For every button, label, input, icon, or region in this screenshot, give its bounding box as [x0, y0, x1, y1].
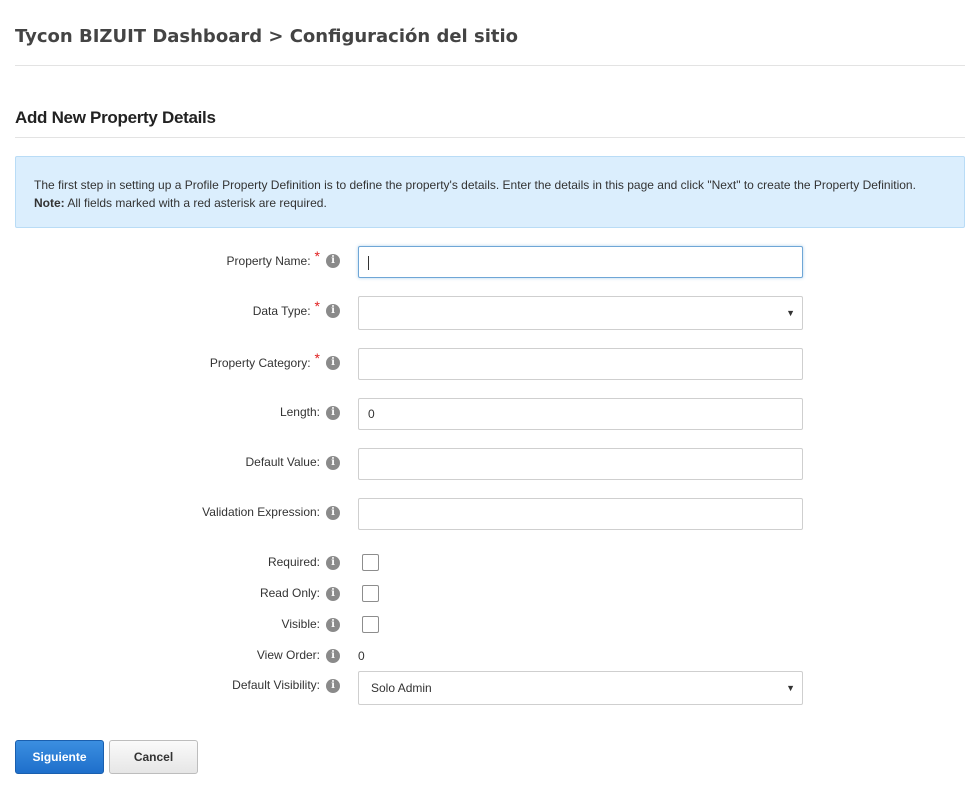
default-value-input[interactable] [358, 448, 803, 480]
required-marker: * [314, 298, 320, 314]
info-icon[interactable]: i [326, 649, 340, 663]
default-visibility-select[interactable]: Solo Admin ▼ [358, 671, 803, 705]
info-icon[interactable]: i [326, 406, 340, 420]
info-text: The first step in setting up a Profile P… [34, 178, 916, 192]
length-input[interactable]: 0 [358, 398, 803, 430]
property-name-input[interactable] [358, 246, 803, 278]
info-icon[interactable]: i [326, 456, 340, 470]
info-icon[interactable]: i [326, 506, 340, 520]
visible-label: Visible: [281, 617, 320, 631]
read-only-label: Read Only: [259, 586, 320, 600]
info-icon[interactable]: i [326, 587, 340, 601]
info-icon[interactable]: i [326, 304, 340, 318]
section-title: Add New Property Details [15, 108, 216, 127]
data-type-label: Data Type: * [252, 298, 320, 318]
cancel-button[interactable]: Cancel [109, 740, 198, 774]
data-type-select[interactable]: ▼ [358, 296, 803, 330]
header-divider [15, 65, 965, 66]
property-category-input[interactable] [358, 348, 803, 380]
required-label: Required: [267, 555, 320, 569]
property-name-label: Property Name: * [226, 248, 320, 268]
default-visibility-label: Default Visibility: [232, 678, 320, 692]
required-marker: * [314, 248, 320, 264]
info-icon[interactable]: i [326, 556, 340, 570]
page-title: Tycon BIZUIT Dashboard > Configuración d… [15, 26, 519, 47]
length-label: Length: [279, 405, 320, 419]
property-category-label: Property Category: * [209, 350, 320, 370]
chevron-down-icon: ▼ [786, 683, 795, 693]
text-cursor [368, 255, 369, 270]
info-icon[interactable]: i [326, 356, 340, 370]
property-name-label-text: Property Name: [226, 254, 311, 268]
info-icon[interactable]: i [326, 254, 340, 268]
read-only-checkbox[interactable] [362, 585, 379, 602]
length-value: 0 [368, 407, 375, 421]
data-type-label-text: Data Type: [252, 304, 311, 318]
default-visibility-value: Solo Admin [371, 681, 432, 695]
required-checkbox[interactable] [362, 554, 379, 571]
visible-checkbox[interactable] [362, 616, 379, 633]
required-marker: * [314, 350, 320, 366]
info-message: The first step in setting up a Profile P… [15, 156, 965, 228]
info-note-text: All fields marked with a red asterisk ar… [64, 196, 327, 210]
validation-expression-input[interactable] [358, 498, 803, 530]
next-button[interactable]: Siguiente [15, 740, 104, 774]
chevron-down-icon: ▼ [786, 308, 795, 318]
info-note: Note: All fields marked with a red aster… [34, 194, 946, 212]
validation-expression-label: Validation Expression: [202, 505, 320, 519]
info-icon[interactable]: i [326, 618, 340, 632]
view-order-value: 0 [358, 649, 365, 663]
view-order-label: View Order: [256, 648, 320, 662]
info-note-label: Note: [34, 196, 65, 210]
default-value-label: Default Value: [245, 455, 321, 469]
info-icon[interactable]: i [326, 679, 340, 693]
section-divider [15, 137, 965, 138]
property-category-label-text: Property Category: [209, 356, 311, 370]
